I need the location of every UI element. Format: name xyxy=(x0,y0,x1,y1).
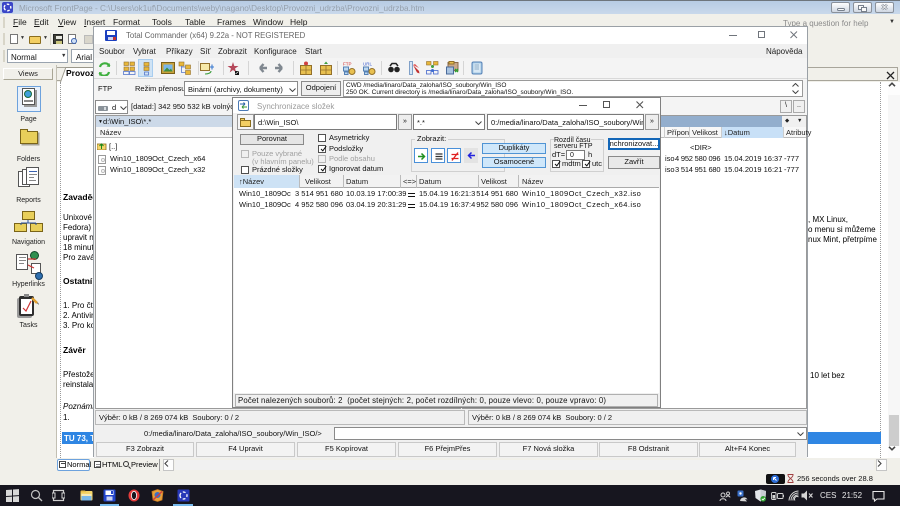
svg-text:URL: URL xyxy=(363,62,372,67)
svg-text:FTP: FTP xyxy=(343,62,352,67)
